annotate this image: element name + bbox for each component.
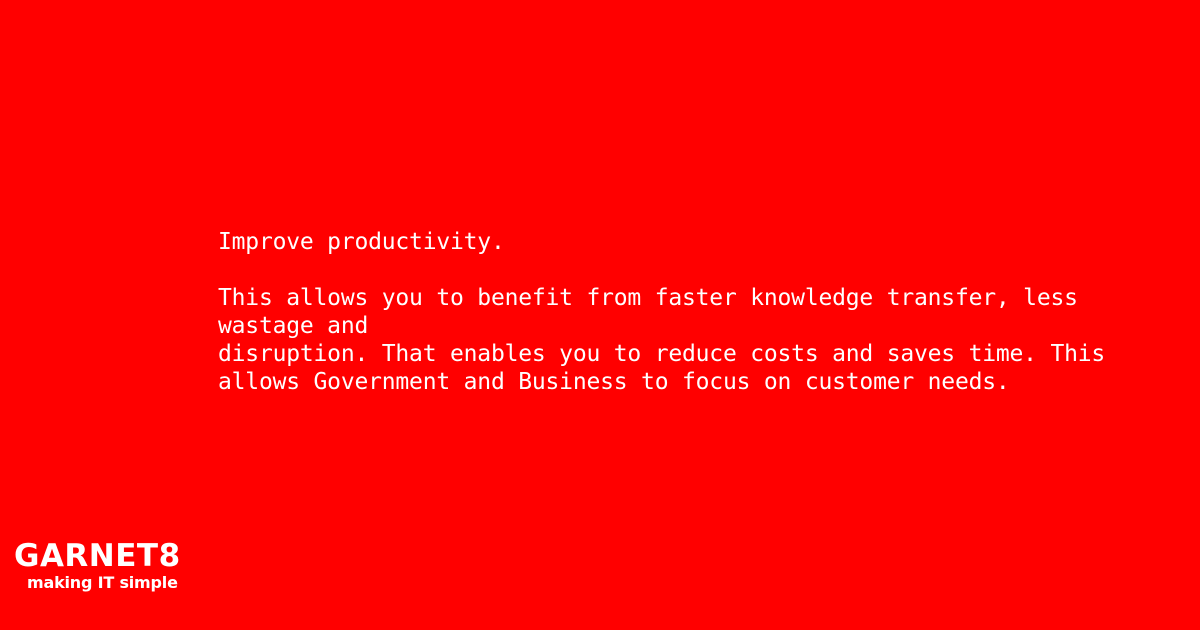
headline: Improve productivity. <box>218 229 505 255</box>
logo-tagline: making IT simple <box>27 573 178 592</box>
body-line: wastage and <box>218 313 369 339</box>
body-line: This allows you to benefit from faster k… <box>218 285 1078 311</box>
logo-wordmark: GARNET8 <box>14 538 181 574</box>
brand-logo: GARNET8 making IT simple <box>14 538 181 592</box>
body-line: allows Government and Business to focus … <box>218 369 1010 395</box>
body-line: disruption. That enables you to reduce c… <box>218 341 1106 367</box>
message-block: Improve productivity. This allows you to… <box>218 228 1178 396</box>
